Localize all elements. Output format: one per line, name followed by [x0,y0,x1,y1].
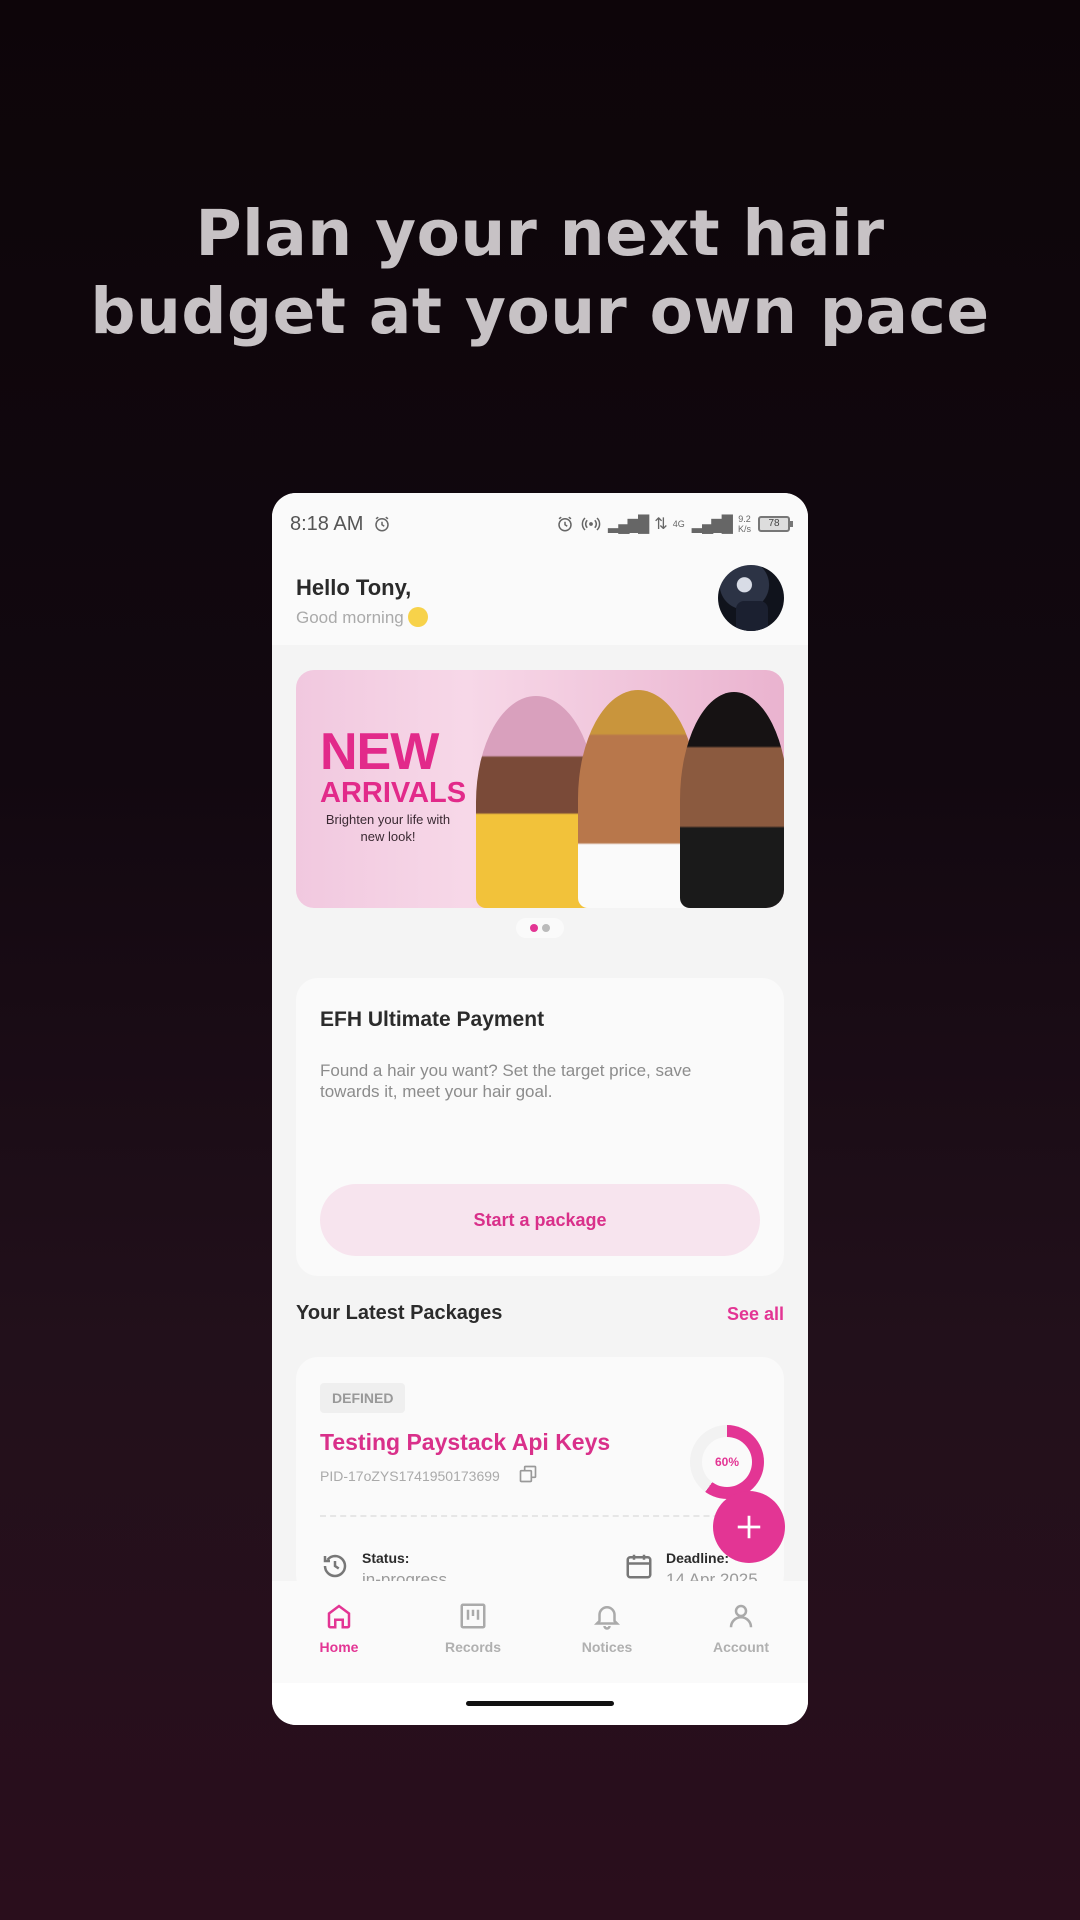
network-speed: 9.2 K/s [737,514,751,534]
status-time: 8:18 AM [290,512,364,535]
carousel-dot[interactable] [542,924,550,932]
deadline-label: Deadline: [666,1550,730,1566]
status-label: Status: [362,1550,410,1566]
banner-title: NEW [320,723,439,781]
bell-icon [593,1606,621,1630]
greeting-subtitle: Good morning [296,607,428,628]
card-divider [320,1515,760,1517]
banner-tagline: Brighten your life with new look! [325,812,451,844]
battery-icon: 78 [758,516,793,532]
carousel-dot[interactable] [530,924,538,932]
calendar-icon [626,1554,652,1579]
phone-screen: 8:18 AM ▂▄▆█ ⇅ 4G ▂▄▆█ 9.2 K/s 78 Hello T… [272,493,808,1725]
banner-subtitle: ARRIVALS [320,777,467,809]
nav-notices[interactable]: Notices [540,1581,674,1683]
package-name: Testing Paystack Api Keys [320,1429,611,1455]
hotspot-icon [581,517,601,531]
banner-model-image [680,692,784,908]
package-card[interactable]: DEFINED Testing Paystack Api Keys PID-17… [296,1357,784,1597]
plus-icon [737,1515,761,1539]
avatar[interactable] [718,565,784,631]
home-indicator[interactable] [466,1701,614,1706]
nav-home-label: Home [319,1639,359,1655]
promo-headline: Plan your next hair budget at your own p… [90,197,990,348]
latest-packages-title: Your Latest Packages [296,1302,503,1324]
signal-icon-2: ▂▄▆█ [691,516,733,533]
progress-label: 60% [702,1437,752,1487]
app-header: Hello Tony, Good morning [272,555,808,645]
progress-ring: 60% [690,1425,764,1499]
data-arrows-icon: ⇅ [654,516,667,533]
see-all-link[interactable]: See all [727,1304,784,1325]
nav-notices-label: Notices [581,1639,633,1655]
payment-card-description: Found a hair you want? Set the target pr… [320,1061,692,1101]
payment-card-title: EFH Ultimate Payment [320,1008,545,1031]
add-package-button[interactable] [713,1491,785,1563]
nav-account-label: Account [713,1639,769,1655]
promo-banner[interactable]: NEW ARRIVALS Brighten your life with new… [296,670,784,908]
records-icon [460,1603,486,1629]
copy-icon[interactable] [518,1464,538,1484]
payment-card: EFH Ultimate Payment Found a hair you wa… [296,978,784,1276]
gesture-bar-area [272,1683,808,1725]
nav-records[interactable]: Records [406,1581,540,1683]
greeting: Hello Tony, [296,575,412,600]
package-id: PID-17oZYS1741950173699 [320,1468,500,1484]
alarm-icon [558,516,572,532]
user-icon [729,1604,753,1628]
home-icon [327,1604,351,1629]
smile-emoji-icon [407,607,428,627]
nav-home[interactable]: Home [272,1581,406,1683]
nav-records-label: Records [444,1639,502,1655]
alarm-icon [375,516,390,532]
start-package-button[interactable]: Start a package [320,1184,760,1256]
signal-icon: ▂▄▆█ [608,516,649,533]
carousel-indicator [516,918,564,938]
bottom-nav: Home Records Notices Account [272,1581,808,1683]
status-bar: 8:18 AM ▂▄▆█ ⇅ 4G ▂▄▆█ 9.2 K/s 78 [272,493,808,555]
network-type: 4G [672,519,685,529]
history-icon [323,1554,347,1578]
package-type-badge: DEFINED [320,1383,406,1413]
nav-account[interactable]: Account [674,1581,808,1683]
